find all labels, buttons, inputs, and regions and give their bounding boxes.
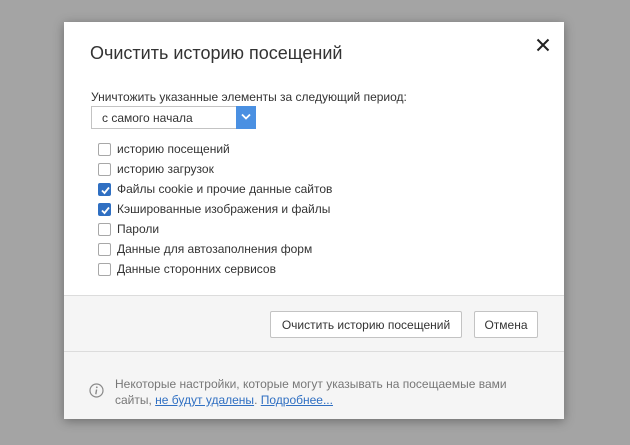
checkbox[interactable] — [98, 142, 111, 156]
checkbox[interactable] — [98, 202, 111, 216]
dialog-footer: Очистить историю посещений Отмена Некото… — [64, 296, 564, 419]
option-label: Пароли — [117, 222, 160, 236]
history-options-list: историю посещений историю загрузок Файлы… — [98, 139, 332, 279]
info-text-middle: . — [254, 393, 261, 407]
check-icon — [101, 206, 110, 214]
option-passwords[interactable]: Пароли — [98, 219, 332, 239]
info-icon — [89, 383, 104, 398]
option-label: Файлы cookie и прочие данные сайтов — [117, 182, 333, 196]
option-label: историю посещений — [117, 142, 230, 156]
option-cache[interactable]: Кэшированные изображения и файлы — [98, 199, 332, 219]
option-browsing-history[interactable]: историю посещений — [98, 139, 332, 159]
period-select-value: с самого начала — [102, 111, 193, 125]
not-deleted-link[interactable]: не будут удалены — [155, 393, 254, 407]
clear-history-button[interactable]: Очистить историю посещений — [270, 311, 462, 338]
cancel-button[interactable]: Отмена — [474, 311, 538, 338]
option-label: Данные сторонних сервисов — [117, 262, 276, 276]
period-label: Уничтожить указанные элементы за следующ… — [91, 90, 407, 104]
check-icon — [101, 186, 110, 194]
learn-more-link[interactable]: Подробнее... — [261, 393, 333, 407]
option-label: Кэшированные изображения и файлы — [117, 202, 331, 216]
checkbox[interactable] — [98, 262, 111, 276]
period-select-arrow[interactable] — [236, 106, 256, 129]
dialog-title: Очистить историю посещений — [90, 43, 343, 63]
checkbox[interactable] — [98, 162, 111, 176]
period-select[interactable]: с самого начала — [91, 106, 256, 129]
close-icon — [536, 38, 550, 52]
divider — [64, 351, 564, 352]
checkbox[interactable] — [98, 182, 111, 196]
option-cookies[interactable]: Файлы cookie и прочие данные сайтов — [98, 179, 332, 199]
chevron-down-icon — [241, 113, 251, 120]
option-autofill[interactable]: Данные для автозаполнения форм — [98, 239, 332, 259]
checkbox[interactable] — [98, 222, 111, 236]
close-button[interactable] — [534, 36, 552, 54]
option-label: историю загрузок — [117, 162, 214, 176]
clear-history-dialog: Очистить историю посещений Уничтожить ук… — [64, 22, 564, 419]
checkbox[interactable] — [98, 242, 111, 256]
info-text: Некоторые настройки, которые могут указы… — [115, 376, 535, 408]
option-download-history[interactable]: историю загрузок — [98, 159, 332, 179]
option-label: Данные для автозаполнения форм — [117, 242, 313, 256]
option-third-party-data[interactable]: Данные сторонних сервисов — [98, 259, 332, 279]
